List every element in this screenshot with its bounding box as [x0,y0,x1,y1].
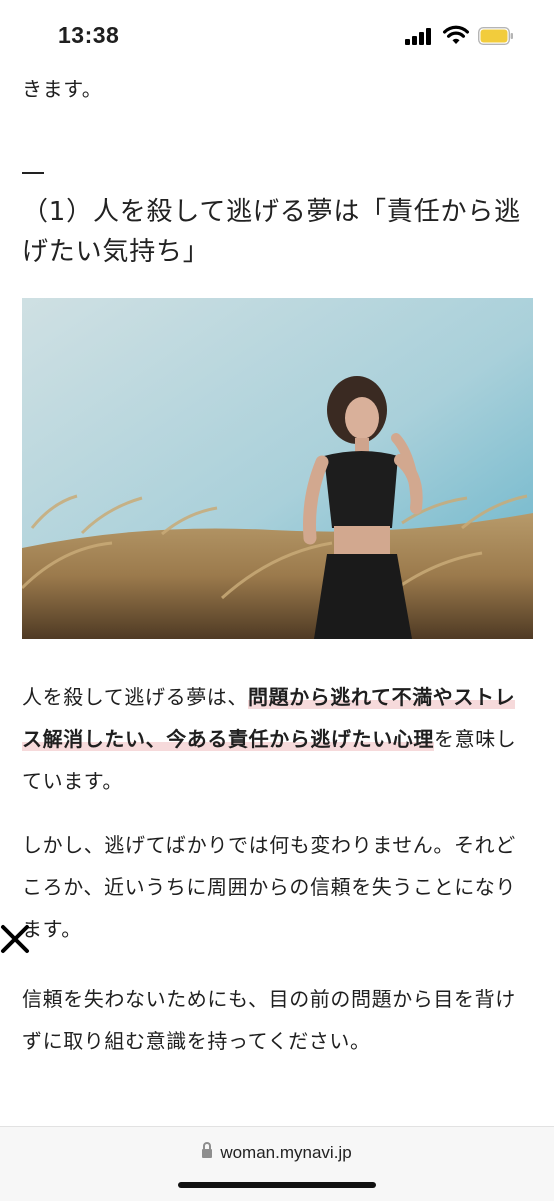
url-text: woman.mynavi.jp [220,1143,352,1162]
paragraph-1: 人を殺して逃げる夢は、問題から逃れて不満やストレス解消したい、今ある責任から逃げ… [22,676,534,802]
section-heading: （1）人を殺して逃げる夢は「責任から逃げたい気持ち」 [22,197,521,267]
browser-url-bar[interactable]: woman.mynavi.jp [0,1126,554,1201]
paragraph-3: 信頼を失わないためにも、目の前の問題から目を背けずに取り組む意識を持ってください… [22,987,516,1053]
lock-icon [202,1142,213,1158]
paragraph-1-pre: 人を殺して逃げる夢は、 [22,685,248,709]
status-time: 13:38 [58,22,120,48]
article-photo [22,298,533,639]
heading-dash-divider [22,172,44,174]
cellular-signal-icon [405,27,435,45]
status-bar: 13:38 [0,0,554,68]
wifi-icon [443,25,469,44]
url-display[interactable]: woman.mynavi.jp [0,1142,554,1163]
continued-text: きます。 [22,77,103,101]
battery-icon [478,27,513,45]
home-indicator[interactable] [178,1182,376,1188]
close-icon[interactable] [0,922,30,956]
paragraph-2: しかし、逃げてばかりでは何も変わりません。それどころか、近いうちに周囲からの信頼… [22,833,516,941]
